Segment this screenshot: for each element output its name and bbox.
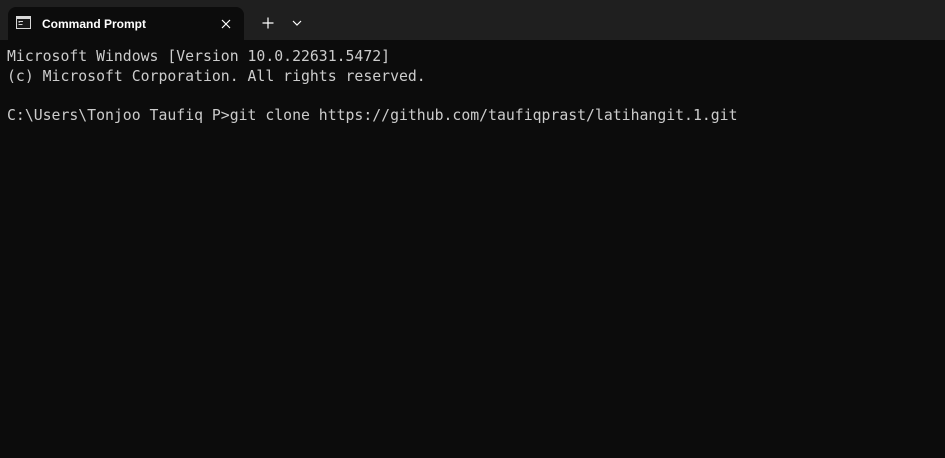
terminal-window: Command Prompt Microsoft Windows [Versio… — [0, 0, 945, 458]
chevron-down-icon — [292, 20, 302, 26]
tab-title: Command Prompt — [42, 17, 147, 31]
new-tab-button[interactable] — [256, 12, 280, 34]
command-prompt-icon — [16, 16, 31, 29]
terminal-output[interactable]: Microsoft Windows [Version 10.0.22631.54… — [0, 40, 945, 458]
close-tab-button[interactable] — [217, 15, 235, 33]
command-prompt-line: C:\Users\Tonjoo Taufiq P>git clone https… — [7, 106, 738, 124]
terminal-line: Microsoft Windows [Version 10.0.22631.54… — [7, 48, 391, 65]
tab-dropdown-button[interactable] — [287, 12, 307, 34]
close-icon — [221, 19, 231, 29]
plus-icon — [262, 17, 274, 29]
tab-command-prompt[interactable]: Command Prompt — [8, 7, 244, 40]
terminal-line: (c) Microsoft Corporation. All rights re… — [7, 67, 426, 85]
tab-bar: Command Prompt — [0, 0, 945, 40]
